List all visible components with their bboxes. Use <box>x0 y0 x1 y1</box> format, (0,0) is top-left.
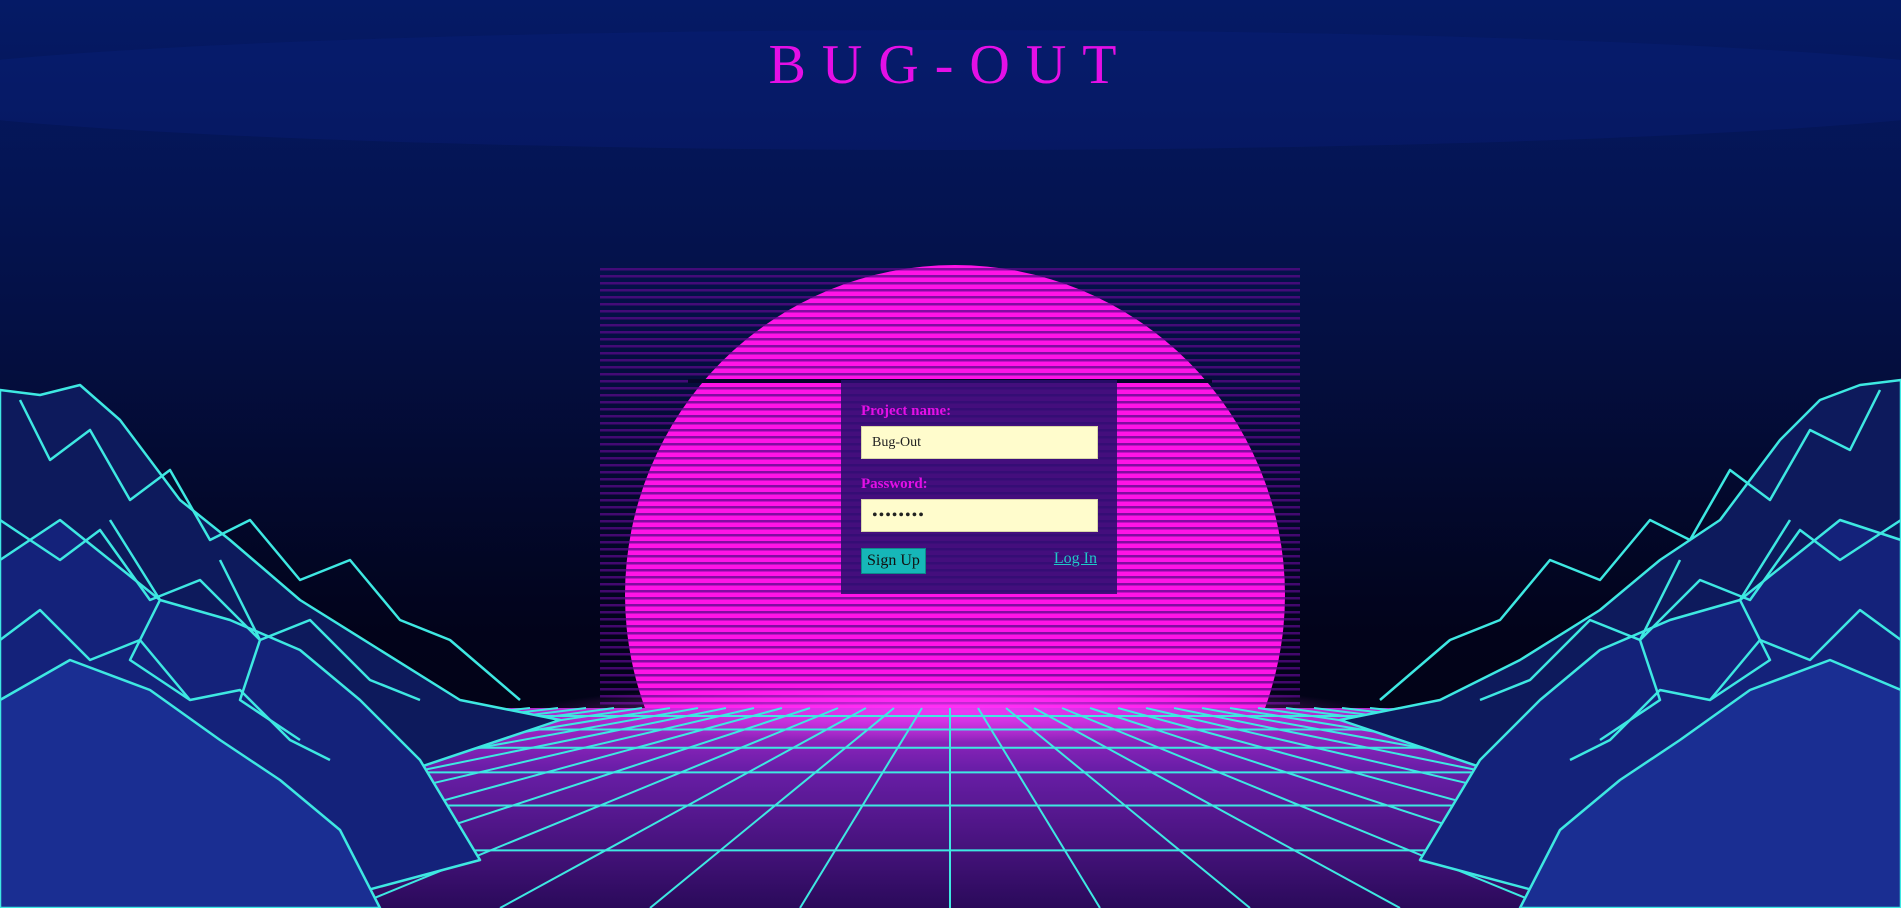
login-form: Project name: Password: Sign Up Log In <box>841 380 1117 594</box>
app-title: BUG-OUT <box>768 34 1133 96</box>
project-name-input[interactable] <box>861 426 1098 459</box>
sign-up-button[interactable]: Sign Up <box>861 548 926 574</box>
form-actions: Sign Up Log In <box>861 548 1097 576</box>
log-in-link[interactable]: Log In <box>1054 550 1097 568</box>
password-input[interactable] <box>861 499 1098 532</box>
password-label: Password: <box>861 476 928 492</box>
project-name-label: Project name: <box>861 403 952 419</box>
page: BUG-OUT Project name: Password: Sign Up … <box>0 0 1901 908</box>
